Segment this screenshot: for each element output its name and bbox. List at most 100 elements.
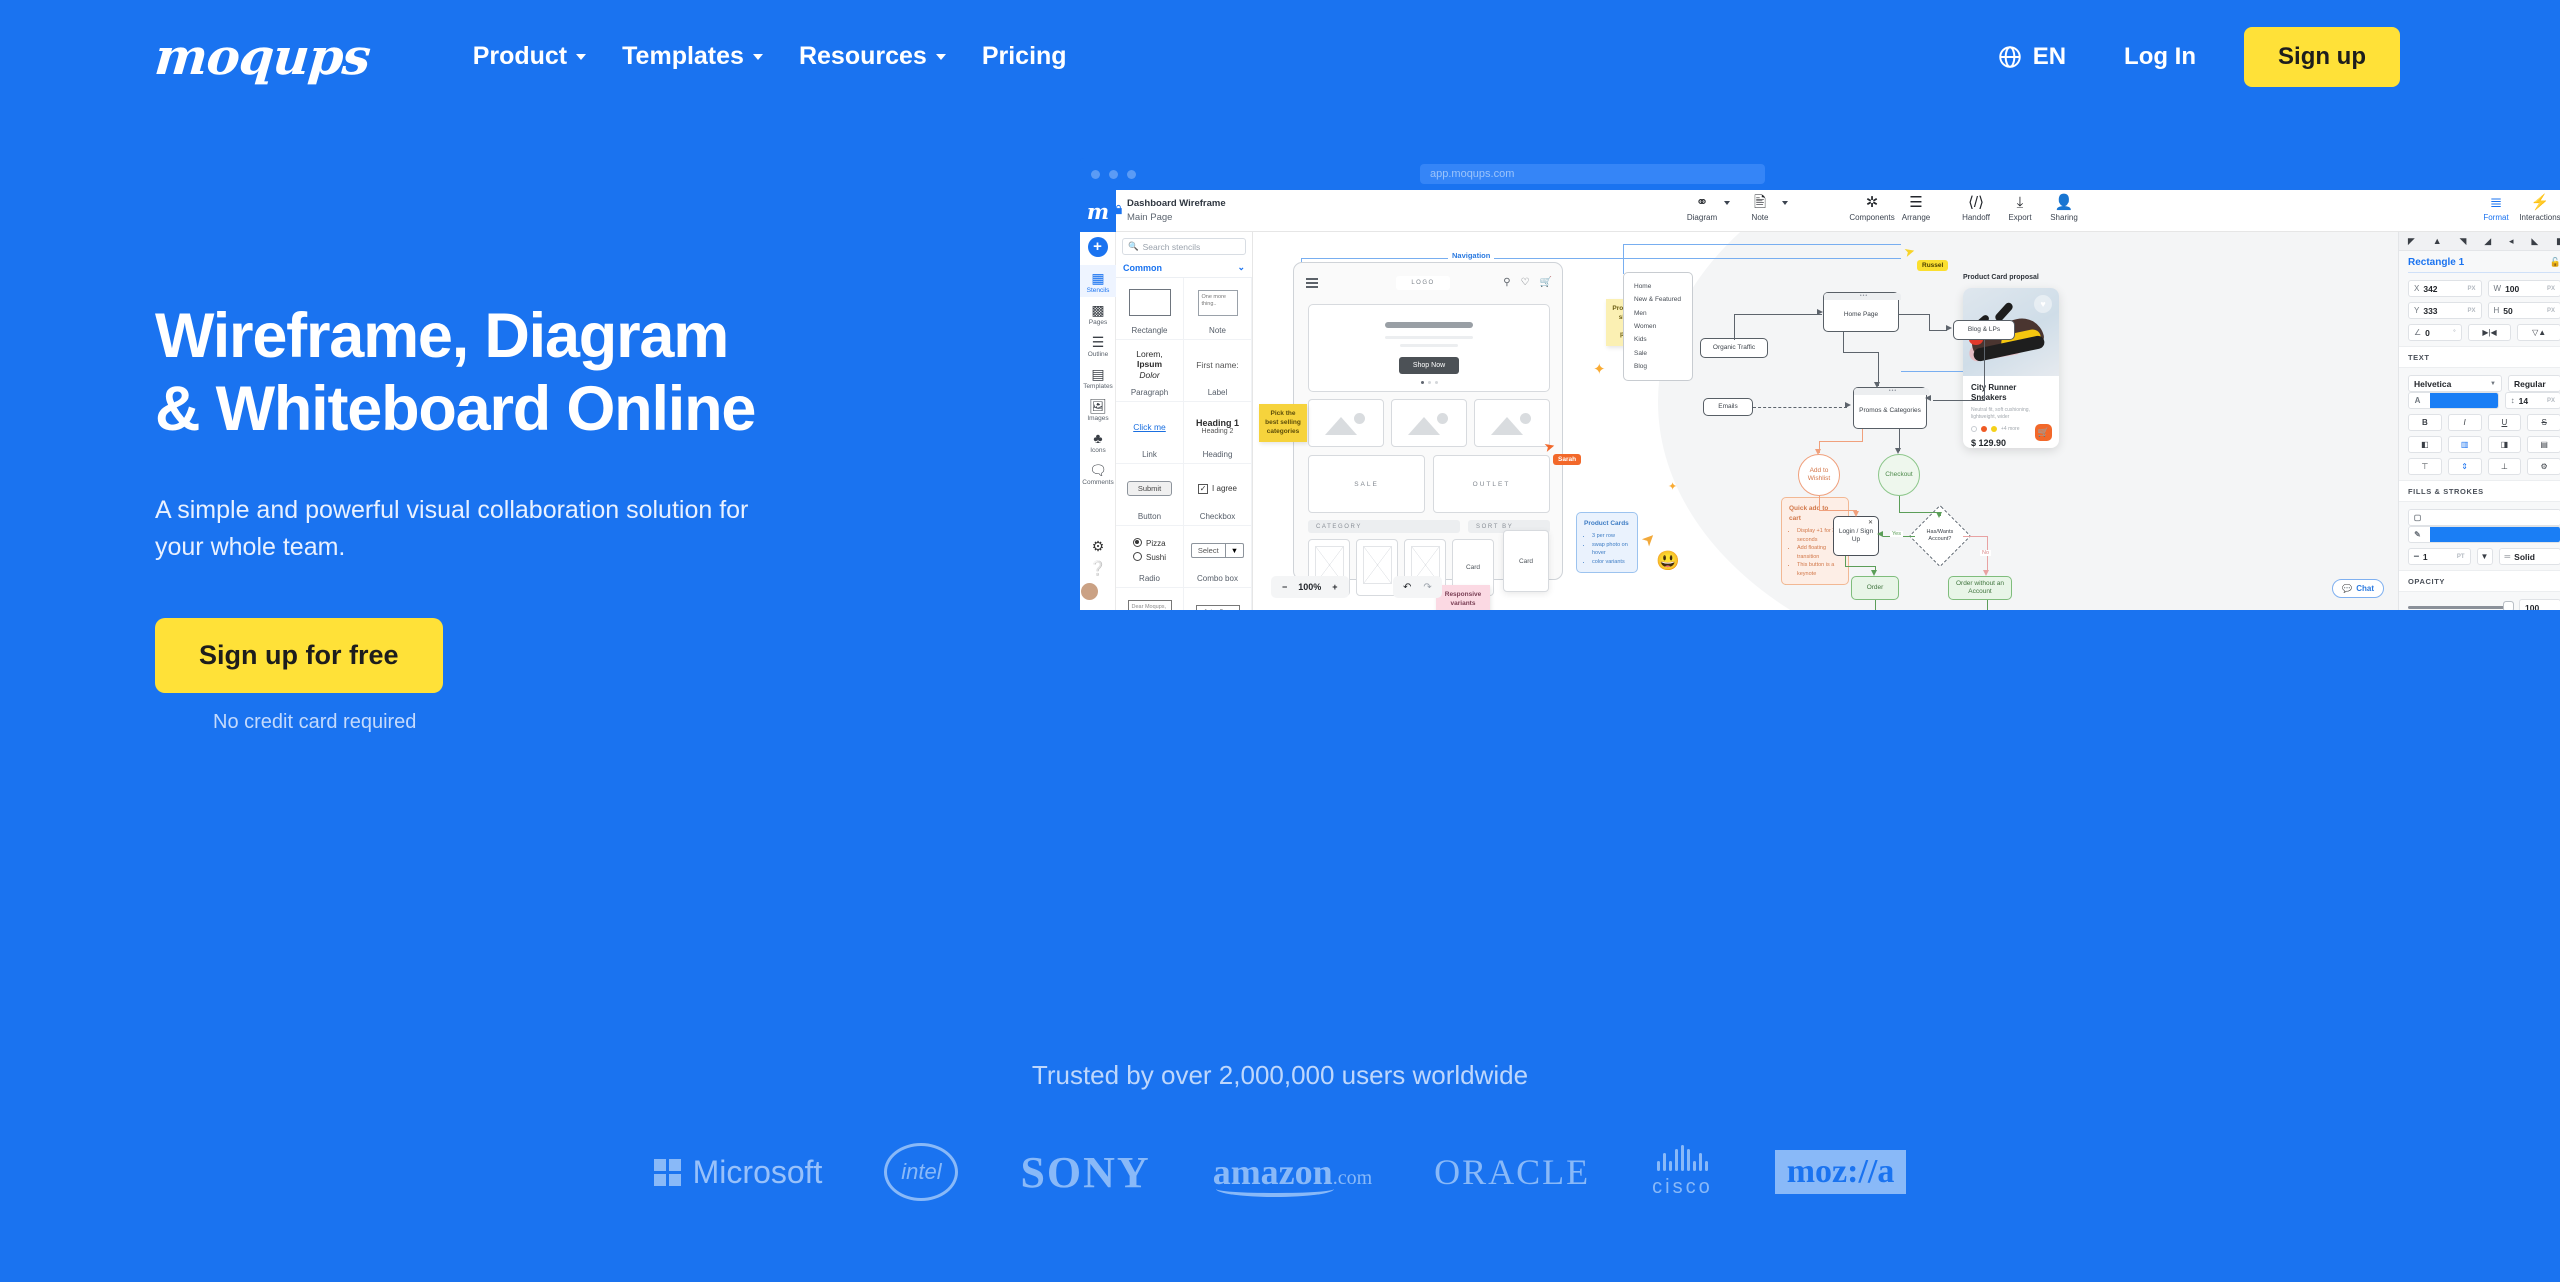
stencil-heading[interactable]: Heading 1 Heading 2 Heading [1184,402,1252,464]
strikethrough-button[interactable]: S [2527,414,2560,431]
minimize-dot[interactable] [1109,169,1118,179]
flip-horizontal-button[interactable]: ▶|◀ [2467,324,2512,341]
stencil-note[interactable]: One more thing.. Note [1184,278,1252,340]
node-order-without-account[interactable]: Order without an Account [1948,576,2012,600]
y-field[interactable]: Y 333 PX [2408,302,2482,319]
stencil-textarea[interactable]: Dear Moqups, I love you! Text area [1116,588,1184,610]
rail-item-pages[interactable]: ▩ Pages [1080,297,1116,329]
undo-icon[interactable]: ↶ [1403,582,1411,593]
stroke-width-field[interactable]: ━ 1 PT [2408,548,2471,565]
swatch-white[interactable] [1971,426,1977,432]
stencil-category-common[interactable]: Common ⌄ [1116,259,1252,278]
shop-now-button[interactable]: Shop Now [1398,357,1460,374]
align-center-button[interactable]: ▥ [2447,436,2482,453]
zoom-controls[interactable]: − 100% + [1271,576,1349,598]
node-home-page[interactable]: Home Page [1823,292,1901,332]
align-top-icon[interactable]: ◢ [2484,236,2491,247]
stroke-swatch[interactable] [2430,527,2560,542]
valign-middle-button[interactable]: ⇕ [2447,458,2482,475]
avatar[interactable] [1080,582,1099,601]
product-cards-callout[interactable]: Product Cards 3 per row swap photo on ho… [1576,512,1638,574]
stroke-style-select[interactable]: ═ Solid [2498,548,2560,565]
history-controls[interactable]: ↶ ↷ [1393,576,1442,598]
valign-top-button[interactable]: ⊤ [2408,458,2442,475]
note-tool[interactable]: 🖹 Note [1738,193,1782,222]
rail-item-outline[interactable]: ☰ Outline [1080,329,1116,361]
opacity-slider[interactable] [2408,601,2514,610]
underline-button[interactable]: U [2487,414,2522,431]
bold-button[interactable]: B [2408,414,2442,431]
close-icon[interactable]: ✕ [1868,519,1873,526]
h-field[interactable]: H 50 PX [2487,302,2560,319]
signup-free-button[interactable]: Sign up for free [155,618,443,694]
stencil-label[interactable]: First name: Label [1184,340,1252,402]
rail-item-templates[interactable]: ▤ Templates [1080,361,1116,393]
font-color-picker[interactable]: A [2408,392,2499,409]
node-promos-categories[interactable]: Promos & Categories [1853,387,1929,429]
font-size-field[interactable]: ↕ 14 PX [2504,392,2560,409]
swatch-orange[interactable] [1981,426,1987,432]
rotation-field[interactable]: ∠ 0 ° [2408,324,2462,341]
stroke-width-dropdown[interactable]: ▼ [2476,548,2493,565]
cart-icon[interactable]: 🛒 [1540,277,1552,288]
chat-button[interactable]: 💬 Chat [2332,579,2384,598]
rail-item-comments[interactable]: 🗨 Comments [1080,457,1116,489]
components-tool[interactable]: ✲ Components [1849,193,1894,222]
chevron-down-icon[interactable] [1782,201,1788,205]
stencil-radio[interactable]: Pizza Sushi Radio [1116,526,1184,588]
fill-color-picker[interactable]: ▢ [2408,509,2560,526]
align-left-icon[interactable]: ◤ [2408,236,2415,247]
stencil-link[interactable]: Click me Link [1116,402,1184,464]
category-filter[interactable]: CATEGORY [1308,520,1460,533]
opacity-value-field[interactable]: 100 [2519,599,2560,610]
add-to-cart-button[interactable]: 🛒 [2035,424,2052,441]
gear-icon[interactable]: ⚙ [1080,538,1116,555]
lock-icon[interactable]: 🔓 [2550,257,2560,268]
valign-bottom-button[interactable]: ⊥ [2487,458,2522,475]
hamburger-icon[interactable] [1306,278,1318,290]
swatch-yellow[interactable] [1991,426,1997,432]
sticky-categories[interactable]: Pick the best selling categories [1259,404,1307,443]
flip-vertical-button[interactable]: ▽▲ [2517,324,2560,341]
chevron-down-icon[interactable] [1724,201,1730,205]
heart-icon[interactable]: ♡ [1521,277,1530,288]
sharing-tool[interactable]: 👤 Sharing [2042,193,2086,222]
node-order[interactable]: Order [1851,576,1899,600]
product-card[interactable]: ♥ City Runner Sneakers Neutral fit, soft… [1963,288,2059,448]
document-title[interactable]: Dashboard Wireframe Main Page [1127,197,1226,225]
nav-item-pricing[interactable]: Pricing [982,42,1067,71]
handoff-tool[interactable]: ⟨/⟩ Handoff [1954,193,1998,222]
shape-name[interactable]: Rectangle 1 [2408,257,2464,268]
align-center-h-icon[interactable]: ▲ [2433,236,2442,246]
fill-swatch[interactable] [2430,510,2560,525]
align-left-button[interactable]: ◧ [2408,436,2442,453]
align-justify-button[interactable]: ▤ [2527,436,2560,453]
font-style-select[interactable]: Regular [2508,375,2560,392]
node-emails[interactable]: Emails [1703,398,1753,416]
x-field[interactable]: X 342 PX [2408,280,2482,297]
arrange-tool[interactable]: ☰ Arrange [1894,193,1938,222]
stencil-checkbox[interactable]: ✓ I agree Checkbox [1184,464,1252,526]
search-icon[interactable]: ⚲ [1503,277,1510,288]
sticky-responsive[interactable]: Responsive variants [1436,585,1490,610]
signup-button[interactable]: Sign up [2244,26,2400,87]
site-menu-node[interactable]: Home New & Featured Men Women Kids Sale … [1623,272,1693,382]
nav-item-resources[interactable]: Resources [799,42,946,71]
zoom-out-button[interactable]: − [1282,582,1287,592]
rail-item-icons[interactable]: ♣ Icons [1080,425,1116,457]
stroke-color-picker[interactable]: ✎ [2408,526,2560,543]
maximize-dot[interactable] [1127,169,1136,179]
stencil-textinput[interactable]: John Doe Text Input [1184,588,1252,610]
heart-icon[interactable]: ♥ [2034,295,2052,313]
node-blog-lps[interactable]: Blog & LPs [1953,320,2015,340]
close-dot[interactable] [1091,169,1100,179]
align-bottom-icon[interactable]: ◣ [2531,236,2538,247]
node-organic-traffic[interactable]: Organic Traffic [1700,338,1768,358]
color-swatch[interactable] [2430,393,2498,408]
moqups-logo[interactable]: moqups [152,27,372,86]
carousel-dots[interactable] [1420,381,1438,384]
help-icon[interactable]: ❔ [1080,560,1116,577]
canvas[interactable]: Navigation LOGO ⚲ ♡ 🛒 Shop Now SALE OUTL… [1253,232,2398,610]
add-button[interactable]: + [1087,237,1108,257]
rail-item-images[interactable]: 🖼 Images [1080,393,1116,425]
